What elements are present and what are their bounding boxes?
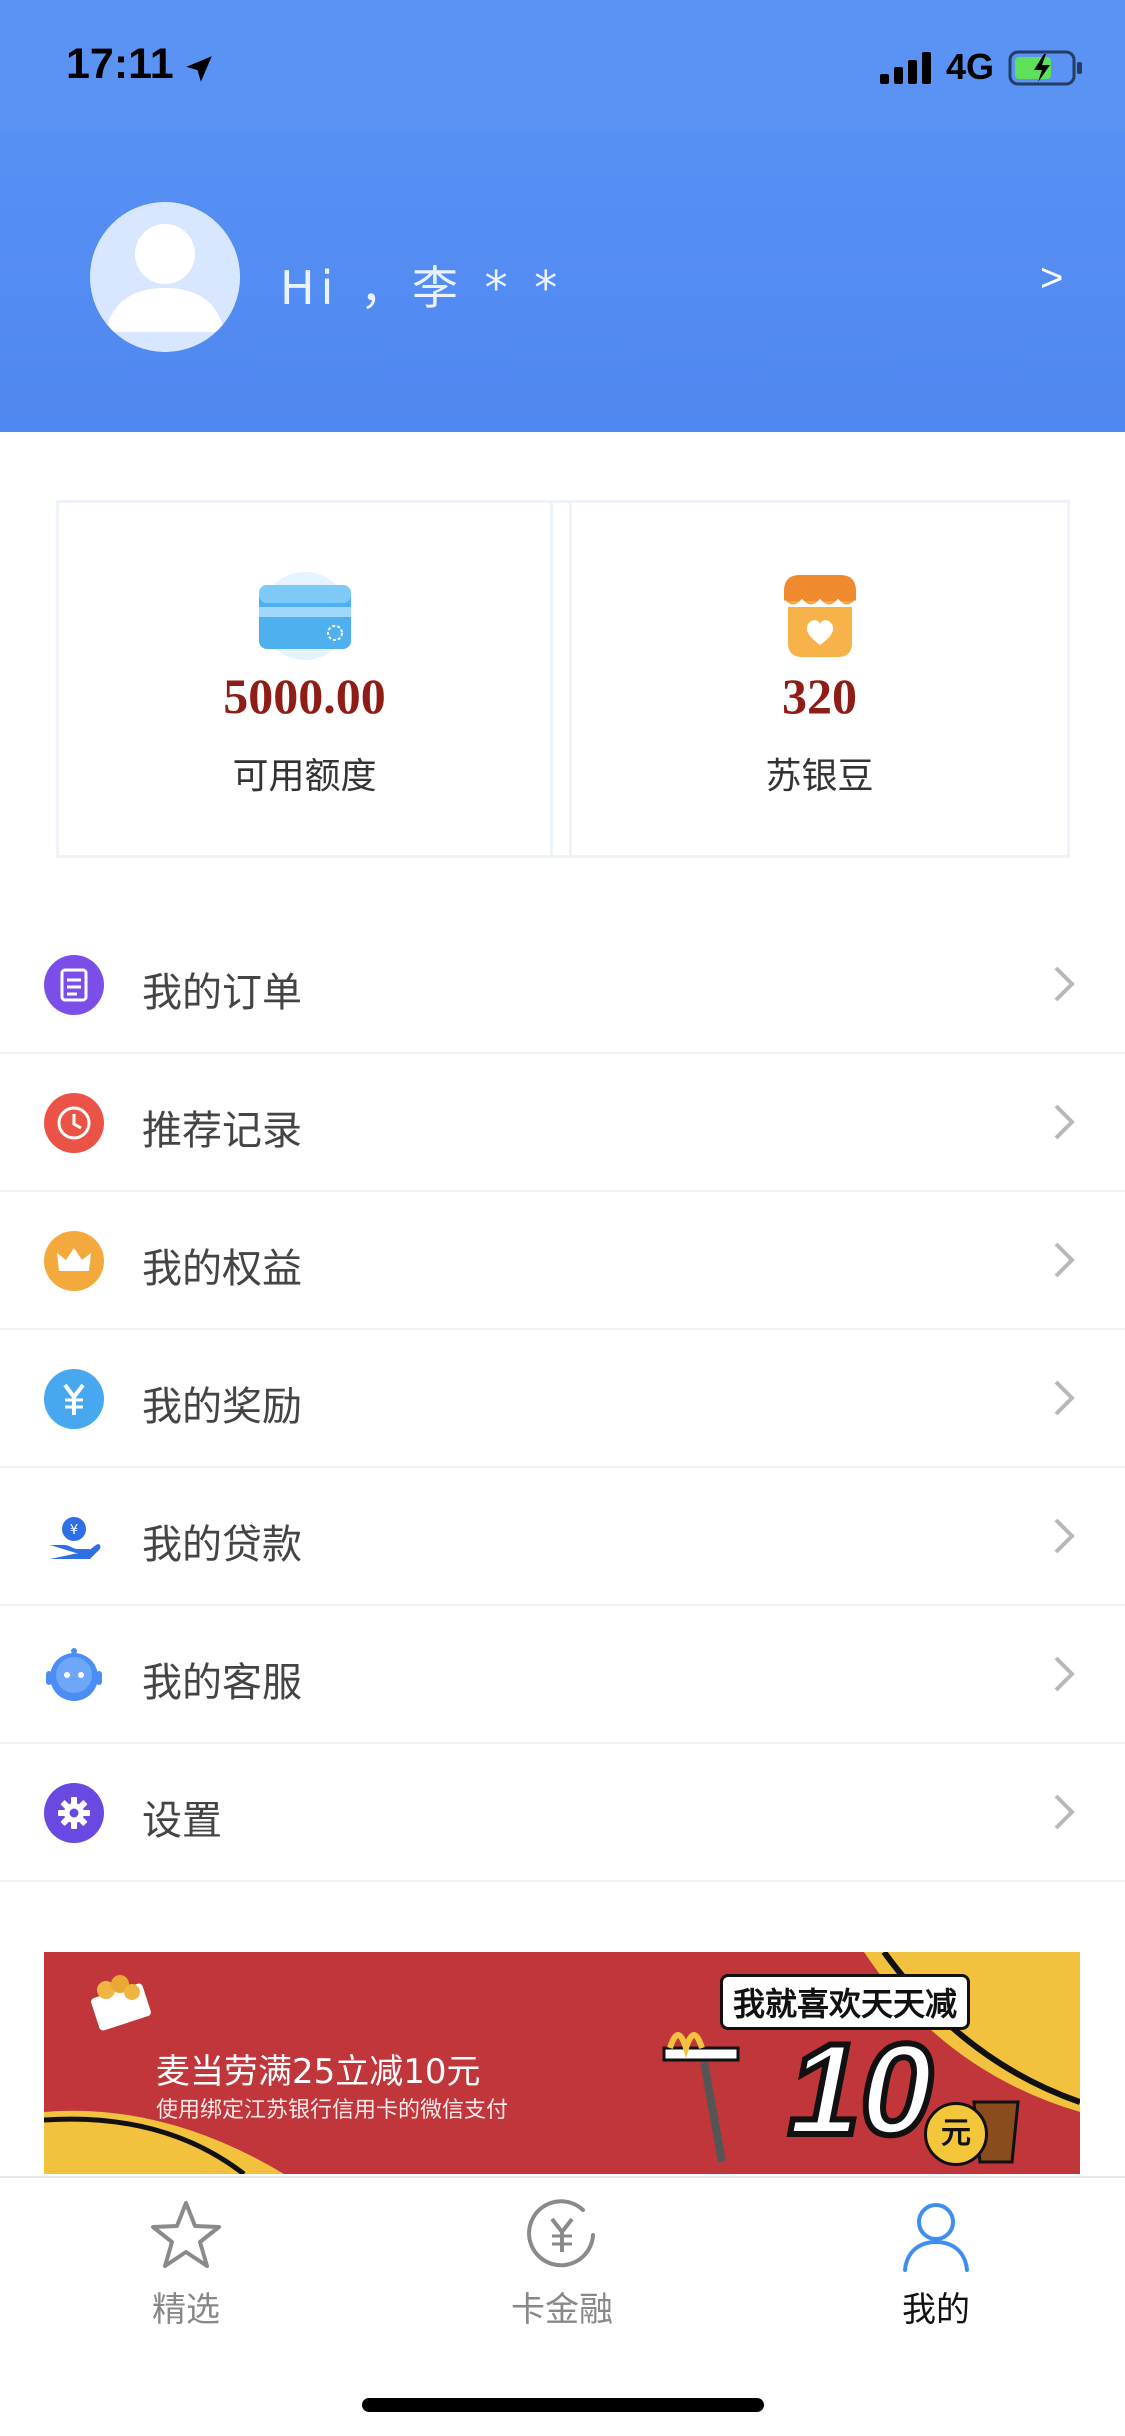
chevron-right-icon [1054, 1656, 1075, 1692]
chevron-right-icon [1054, 1380, 1075, 1416]
tab-label-featured: 精选 [152, 2290, 220, 2330]
yuan-circle-icon [527, 2199, 595, 2268]
clock-icon [44, 1093, 104, 1153]
promo-banner[interactable]: 麦当劳满25立减10元 使用绑定江苏银行信用卡的微信支付 我就喜欢天天减 10 … [44, 1952, 1080, 2174]
shop-heart-icon [782, 575, 857, 657]
beans-value: 320 [782, 668, 857, 724]
banner-amount: 10 [785, 2013, 936, 2165]
menu-item-referrals[interactable]: 推荐记录 [0, 1054, 1125, 1192]
header: 17:11 4G Hi ，李 * * > [0, 0, 1125, 432]
battery-charging-icon [1008, 50, 1082, 86]
chevron-right-icon [1054, 966, 1075, 1002]
beans-label: 苏银豆 [765, 756, 874, 797]
menu-label-settings: 设置 [142, 1798, 222, 1844]
credit-card-icon [258, 572, 351, 660]
status-time: 17:11 [66, 40, 174, 88]
summary-cards: 5000.00 可用额度 320 苏银豆 [56, 500, 1070, 858]
menu-label-referrals: 推荐记录 [142, 1108, 302, 1154]
beans-card[interactable]: 320 苏银豆 [569, 503, 1067, 855]
credit-limit-value: 5000.00 [223, 668, 386, 724]
order-list-icon [44, 955, 104, 1015]
menu-label-orders: 我的订单 [142, 970, 302, 1016]
banner-unit: 元 [924, 2102, 988, 2166]
profile-arrow-icon[interactable]: > [1040, 256, 1063, 301]
tab-label-mine: 我的 [902, 2290, 970, 2330]
banner-title: 麦当劳满25立减10元 [156, 2052, 481, 2092]
chevron-right-icon [1054, 1518, 1075, 1554]
menu-list: 我的订单 推荐记录 我的权益 我的奖励 ¥ 我的贷款 我的客服 设置 [0, 916, 1125, 1882]
menu-label-benefits: 我的权益 [142, 1246, 302, 1292]
credit-limit-label: 可用额度 [232, 756, 377, 797]
menu-item-service[interactable]: 我的客服 [0, 1606, 1125, 1744]
loan-hand-icon: ¥ [50, 1517, 101, 1559]
svg-text:¥: ¥ [70, 1523, 78, 1538]
crown-icon [44, 1231, 104, 1291]
chevron-right-icon [1054, 1794, 1075, 1830]
menu-item-loans[interactable]: ¥ 我的贷款 [0, 1468, 1125, 1606]
tab-label-card-finance: 卡金融 [511, 2290, 613, 2330]
profile-section[interactable]: Hi ，李 * * > [0, 132, 1125, 432]
tab-featured[interactable]: 精选 [86, 2198, 286, 2338]
user-avatar-icon [90, 202, 240, 352]
status-bar: 17:11 4G [0, 0, 1125, 132]
menu-item-benefits[interactable]: 我的权益 [0, 1192, 1125, 1330]
tab-mine[interactable]: 我的 [836, 2198, 1036, 2338]
credit-limit-card[interactable]: 5000.00 可用额度 [59, 503, 553, 855]
bottom-tab-bar: 精选 卡金融 我的 [0, 2176, 1125, 2436]
menu-item-settings[interactable]: 设置 [0, 1744, 1125, 1882]
greeting-text: Hi ，李 * * [280, 261, 564, 315]
robot-service-icon [46, 1648, 102, 1701]
chevron-right-icon [1054, 1104, 1075, 1140]
tab-card-finance[interactable]: 卡金融 [462, 2198, 662, 2338]
star-icon [151, 2201, 221, 2268]
menu-label-rewards: 我的奖励 [142, 1384, 302, 1430]
network-type: 4G [946, 46, 995, 87]
banner-subtitle: 使用绑定江苏银行信用卡的微信支付 [156, 2098, 509, 2123]
location-arrow-icon [186, 56, 212, 82]
avatar[interactable] [90, 202, 240, 352]
menu-label-loans: 我的贷款 [142, 1522, 302, 1568]
menu-item-orders[interactable]: 我的订单 [0, 916, 1125, 1054]
chevron-right-icon [1054, 1242, 1075, 1278]
signal-bars-icon [880, 52, 931, 84]
home-indicator[interactable] [362, 2398, 764, 2412]
menu-item-rewards[interactable]: 我的奖励 [0, 1330, 1125, 1468]
person-icon [903, 2203, 969, 2272]
settings-gear-icon [44, 1783, 104, 1843]
menu-label-service: 我的客服 [142, 1660, 302, 1706]
yuan-coin-icon [44, 1369, 104, 1429]
